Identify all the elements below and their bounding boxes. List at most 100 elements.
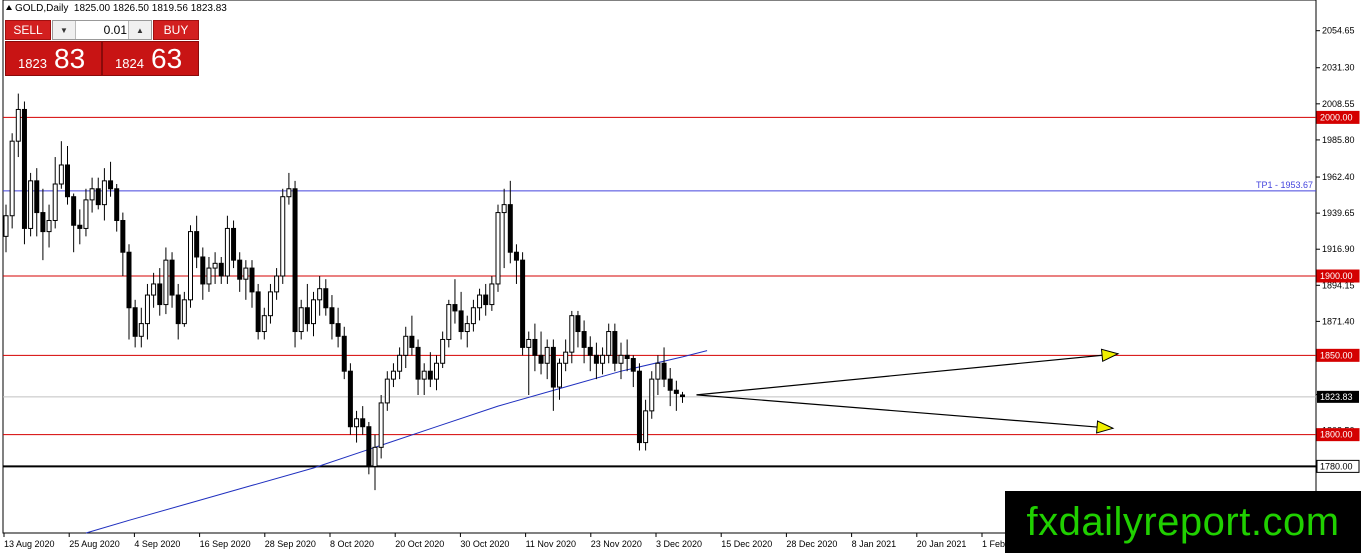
candle-body: [581, 331, 587, 348]
candle-body: [163, 259, 169, 306]
level-price-label: 1850.00: [1320, 350, 1353, 360]
candle-body: [520, 259, 526, 348]
candle-body: [335, 323, 341, 337]
buy-button[interactable]: BUY: [153, 20, 199, 40]
candle-body: [212, 262, 218, 269]
candle-body: [557, 362, 562, 388]
candle-body: [261, 315, 267, 333]
candle-body: [366, 426, 372, 467]
candle-body: [532, 338, 538, 356]
candle-body: [286, 188, 292, 198]
lot-size-value[interactable]: 0.01: [77, 23, 127, 37]
candle-body: [218, 262, 224, 277]
candle-body: [292, 188, 298, 333]
sell-button[interactable]: SELL: [5, 20, 51, 40]
candle-body: [643, 410, 649, 444]
candle-body: [243, 267, 249, 280]
candle-body: [175, 294, 181, 325]
x-tick-label: 3 Dec 2020: [656, 539, 702, 549]
candle-body: [618, 354, 624, 364]
candle-body: [415, 346, 421, 380]
chart-header: GOLD,Daily 1825.00 1826.50 1819.56 1823.…: [6, 3, 227, 14]
candle-body: [680, 394, 685, 398]
candle-body: [108, 180, 114, 190]
sell-price-box[interactable]: 1823 83: [5, 41, 102, 76]
candle-body: [526, 338, 532, 348]
lot-stepper-icon[interactable]: ▲: [128, 21, 151, 39]
plot-area: [2, 0, 1317, 534]
chart-window: 2054.65 2031.30 2008.55 1985.80 1962.40 1939.…: [0, 0, 1362, 553]
buy-price-big: 63: [151, 43, 183, 74]
buy-price-box[interactable]: 1824 63: [102, 41, 199, 76]
candle-body: [421, 370, 427, 380]
candle-body: [372, 446, 378, 467]
candle-body: [157, 283, 163, 306]
candle-body: [360, 418, 366, 428]
candle-body: [200, 256, 206, 285]
candle-body: [71, 196, 77, 226]
candle-body: [667, 378, 673, 391]
candle-body: [138, 323, 144, 337]
x-tick-label: 15 Dec 2020: [721, 539, 772, 549]
candle-body: [452, 304, 458, 312]
sell-price-small: 1823: [18, 56, 47, 71]
y-tick-label: 1962.40: [1322, 172, 1355, 182]
candle-body: [65, 164, 70, 198]
candle-body: [52, 183, 58, 221]
candle-body: [464, 323, 470, 333]
y-tick-label: 2054.65: [1322, 26, 1355, 36]
lot-dropdown-icon[interactable]: ▼: [53, 21, 76, 39]
level-price-label: 1900.00: [1320, 271, 1353, 281]
candle-body: [470, 307, 476, 325]
candle-body: [587, 346, 593, 356]
y-tick-label: 2031.30: [1322, 63, 1355, 73]
x-tick-label: 13 Aug 2020: [4, 539, 55, 549]
candle-body: [169, 259, 175, 296]
candle-body: [21, 108, 27, 229]
candle-body: [224, 227, 230, 277]
level-price-label: 1800.00: [1320, 430, 1353, 440]
candle-body: [28, 180, 34, 229]
candle-body: [298, 307, 304, 333]
candle-body: [181, 299, 187, 325]
candle-body: [354, 418, 360, 428]
candle-body: [649, 378, 655, 412]
candle-body: [317, 288, 323, 301]
candle-body: [550, 346, 556, 388]
lot-size-field[interactable]: ▼ 0.01 ▲: [52, 20, 152, 40]
candle-body: [544, 346, 550, 364]
level-price-label: 2000.00: [1320, 112, 1353, 122]
candle-body: [489, 283, 495, 306]
x-tick-label: 25 Aug 2020: [69, 539, 120, 549]
candle-body: [280, 196, 286, 277]
candle-body: [231, 227, 237, 261]
candle-body: [673, 389, 679, 394]
candle-body: [15, 108, 21, 142]
candle-body: [120, 219, 126, 253]
candle-body: [593, 354, 599, 364]
candle-body: [495, 212, 501, 285]
candle-body: [384, 378, 390, 404]
candle-body: [347, 370, 353, 428]
tp1-label: TP1 - 1953.67: [1256, 180, 1313, 190]
x-tick-label: 23 Nov 2020: [591, 539, 642, 549]
current-price-label: 1823.83: [1320, 392, 1353, 402]
price-chart: 2054.65 2031.30 2008.55 1985.80 1962.40 1939.…: [2, 0, 1360, 549]
candle-body: [188, 231, 193, 301]
candle-body: [600, 354, 606, 364]
triangle-icon: [6, 5, 12, 10]
candle-body: [249, 267, 255, 293]
candle-body: [311, 299, 316, 325]
candle-body: [563, 351, 569, 364]
candle-body: [132, 307, 138, 337]
level-price-label: 1780.00: [1320, 461, 1353, 471]
candle-body: [403, 335, 409, 356]
candle-body: [636, 370, 642, 444]
x-tick-label: 8 Jan 2021: [852, 539, 897, 549]
candle-body: [630, 358, 636, 372]
sell-price-big: 83: [54, 43, 86, 74]
candle-body: [655, 362, 661, 380]
buy-price-small: 1824: [115, 56, 144, 71]
candle-body: [329, 307, 335, 325]
candle-body: [101, 180, 107, 206]
